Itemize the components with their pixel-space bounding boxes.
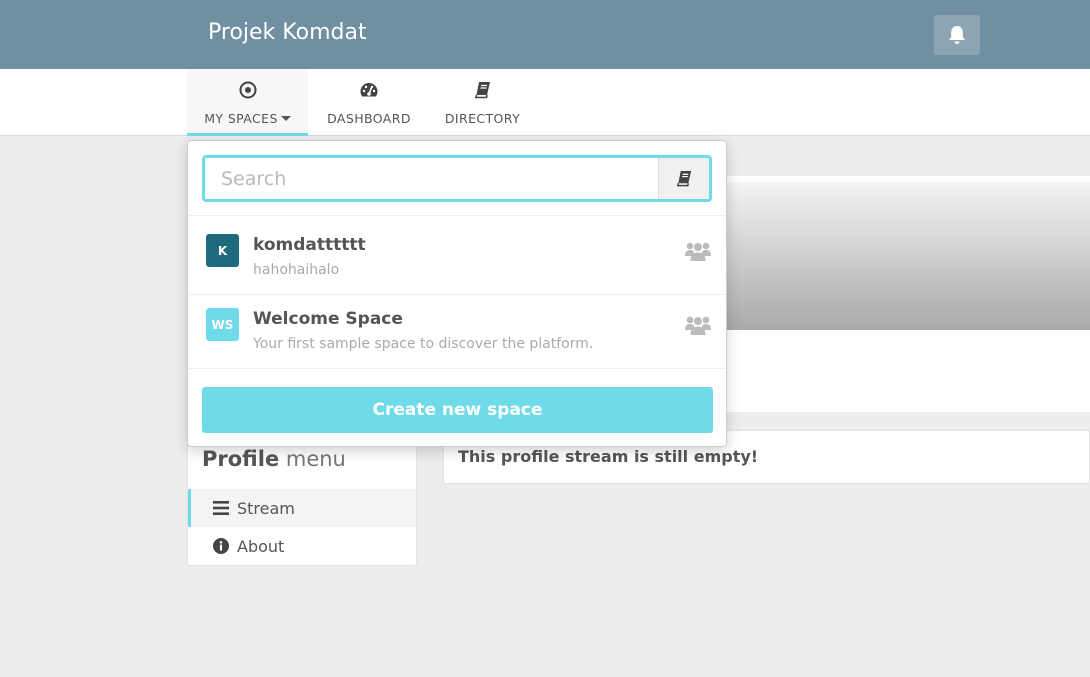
space-description: Your first sample space to discover the … xyxy=(253,336,594,352)
notifications-button[interactable] xyxy=(934,15,980,55)
nav-directory-label: DIRECTORY xyxy=(444,111,521,126)
users-icon xyxy=(685,316,711,335)
stream-empty-message: This profile stream is still empty! xyxy=(458,447,759,466)
top-bar: Projek Komdat xyxy=(0,0,1090,69)
space-item[interactable]: WS Welcome Space Your first sample space… xyxy=(188,290,726,364)
nav-my-spaces[interactable]: MY SPACES xyxy=(187,69,308,136)
divider xyxy=(188,368,726,369)
nav-directory[interactable]: DIRECTORY xyxy=(436,69,529,136)
profile-banner-image xyxy=(723,182,1090,330)
profile-menu-stream-label: Stream xyxy=(237,498,295,518)
dot-circle-icon xyxy=(239,81,256,99)
profile-menu-title-light: menu xyxy=(285,447,346,471)
bell-icon xyxy=(949,26,965,44)
book-icon xyxy=(474,82,490,99)
space-description: hahohaihalo xyxy=(253,262,340,278)
profile-menu-about-label: About xyxy=(237,536,285,556)
space-search-input[interactable] xyxy=(205,158,658,199)
profile-menu-panel: Profile menu Stream About xyxy=(187,440,417,566)
space-avatar: WS xyxy=(206,308,239,341)
book-icon xyxy=(676,170,691,187)
space-search-group xyxy=(202,155,712,202)
directory-search-button[interactable] xyxy=(658,158,709,199)
profile-menu-title: Profile menu xyxy=(202,447,346,471)
profile-menu-about[interactable]: About xyxy=(188,527,416,565)
app-title[interactable]: Projek Komdat xyxy=(208,20,367,45)
nav-dashboard[interactable]: DASHBOARD xyxy=(319,69,419,136)
profile-menu-stream[interactable]: Stream xyxy=(188,489,416,527)
create-new-space-button[interactable]: Create new space xyxy=(202,387,713,433)
main-navigation: MY SPACES DASHBOARD DIRECTORY xyxy=(0,69,1090,136)
bars-icon xyxy=(213,501,229,515)
nav-my-spaces-label: MY SPACES xyxy=(204,111,278,126)
space-item[interactable]: K komdatttttt hahohaihalo xyxy=(188,216,726,290)
caret-down-icon xyxy=(280,116,291,121)
space-name: Welcome Space xyxy=(253,309,403,329)
tachometer-icon xyxy=(360,83,378,97)
space-avatar: K xyxy=(206,234,239,267)
spaces-dropdown: K komdatttttt hahohaihalo WS Welcome Spa… xyxy=(187,140,727,447)
info-circle-icon xyxy=(213,538,229,554)
nav-dashboard-label: DASHBOARD xyxy=(327,111,411,126)
users-icon xyxy=(685,242,711,261)
space-name: komdatttttt xyxy=(253,235,366,255)
profile-menu-title-bold: Profile xyxy=(202,447,280,471)
